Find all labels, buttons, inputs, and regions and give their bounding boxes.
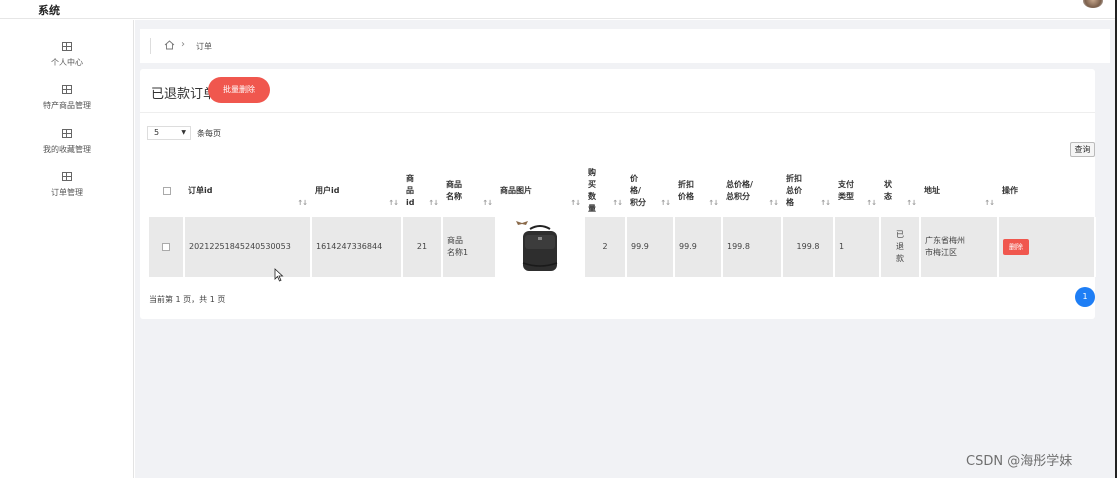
column-header-address[interactable]: 地址 ↑↓: [920, 165, 998, 217]
avatar[interactable]: [1083, 0, 1103, 8]
orders-table: 订单id ↑↓ 用户id ↑↓ 商 品 id ↑↓ 商品 名称 ↑↓ 商品图片 ↑↓ 购 …: [149, 165, 1096, 277]
column-header-product-image[interactable]: 商品图片 ↑↓: [496, 165, 584, 217]
pagination-info: 当前第 1 页，共 1 页: [149, 295, 226, 304]
sort-icon: ↑↓: [660, 199, 671, 207]
sort-icon: ↑↓: [297, 199, 308, 207]
page-number-button[interactable]: 1: [1075, 287, 1095, 307]
sidebar-item-label: 订单管理: [51, 188, 83, 197]
sort-icon: ↑↓: [570, 199, 581, 207]
column-header-price[interactable]: 价 格/ 积分 ↑↓: [626, 165, 674, 217]
page-size-value: 5: [154, 128, 160, 137]
column-header-pay-type[interactable]: 支付 类型 ↑↓: [834, 165, 880, 217]
top-bar: 系统: [0, 0, 1117, 19]
sort-icon: ↑↓: [612, 199, 623, 207]
cell-status: 已 退 款: [880, 217, 921, 277]
column-header-order-id[interactable]: 订单id ↑↓: [184, 165, 311, 217]
product-image[interactable]: [512, 219, 568, 275]
column-header-discount-total[interactable]: 折扣 总价 格 ↑↓: [782, 165, 834, 217]
sidebar-item-personal-center[interactable]: 个人中心: [0, 38, 134, 68]
table-row[interactable]: 20212251845240530053 1614247336844 21 商品…: [149, 217, 1096, 277]
sort-icon: ↑↓: [984, 199, 995, 207]
cell-pay-type: 1: [834, 217, 881, 277]
sort-icon: ↑↓: [866, 199, 877, 207]
sort-icon: ↑↓: [708, 199, 719, 207]
table-icon: [62, 42, 72, 51]
cell-product-image: [496, 217, 585, 277]
cell-address: 广东省梅州 市梅江区: [920, 217, 999, 277]
caret-down-icon: ▼: [181, 129, 186, 136]
sidebar-item-product-management[interactable]: 特产商品管理: [0, 81, 134, 111]
select-all-checkbox-cell: [149, 165, 184, 217]
cell-order-id: 20212251845240530053: [184, 217, 312, 277]
sidebar-item-order-management[interactable]: 订单管理: [0, 168, 134, 198]
mouse-cursor-icon: [274, 268, 284, 282]
query-button[interactable]: 查询: [1070, 142, 1095, 157]
cell-total-price: 199.8: [722, 217, 783, 277]
sort-icon: ↑↓: [820, 199, 831, 207]
sort-icon: ↑↓: [388, 199, 399, 207]
sidebar-item-favorites-management[interactable]: 我的收藏管理: [0, 125, 134, 155]
main-content: › 订单 已退款订单 批量删除 5 ▼ 条每页 查询 订单id ↑↓ 用户id …: [135, 20, 1115, 478]
batch-delete-button[interactable]: 批量删除: [208, 77, 270, 103]
sort-icon: ↑↓: [482, 199, 493, 207]
column-header-user-id[interactable]: 用户id ↑↓: [311, 165, 402, 217]
table-icon: [62, 129, 72, 138]
cell-actions: 删除: [998, 217, 1096, 277]
column-header-discount-price[interactable]: 折扣 价格 ↑↓: [674, 165, 722, 217]
delete-button[interactable]: 删除: [1003, 239, 1029, 255]
table-icon: [62, 85, 72, 94]
sidebar: 个人中心 特产商品管理 我的收藏管理 订单管理: [0, 20, 134, 478]
select-all-checkbox[interactable]: [162, 186, 171, 195]
cell-product-id: 21: [402, 217, 443, 277]
card-header: 已退款订单 批量删除: [140, 69, 1095, 113]
cell-quantity: 2: [584, 217, 627, 277]
column-header-product-id[interactable]: 商 品 id ↑↓: [402, 165, 442, 217]
watermark: CSDN @海彤学妹: [966, 454, 1073, 469]
table-icon: [62, 172, 72, 181]
column-header-total-price[interactable]: 总价格/ 总积分 ↑↓: [722, 165, 782, 217]
column-header-actions: 操作: [1002, 186, 1018, 195]
bag-image: [516, 221, 558, 271]
column-header-quantity[interactable]: 购 买 数 量 ↑↓: [584, 165, 626, 217]
cell-product-name: 商品 名称1: [442, 217, 497, 277]
row-checkbox[interactable]: [162, 242, 170, 251]
breadcrumb-current[interactable]: 订单: [196, 41, 212, 52]
sidebar-item-label: 我的收藏管理: [43, 145, 91, 154]
app-title: 系统: [38, 4, 60, 17]
sort-icon: ↑↓: [428, 199, 439, 207]
cell-user-id: 1614247336844: [311, 217, 403, 277]
sort-icon: ↑↓: [768, 199, 779, 207]
column-header-status[interactable]: 状 态 ↑↓: [880, 165, 920, 217]
sidebar-item-label: 个人中心: [51, 58, 83, 67]
table-header-row: 订单id ↑↓ 用户id ↑↓ 商 品 id ↑↓ 商品 名称 ↑↓ 商品图片 ↑↓ 购 …: [149, 165, 1095, 217]
page-size-select[interactable]: 5 ▼: [147, 126, 191, 140]
page-title: 已退款订单: [151, 87, 217, 102]
page-size-label: 条每页: [197, 129, 221, 138]
breadcrumb: › 订单: [140, 29, 1110, 63]
column-header-product-name[interactable]: 商品 名称 ↑↓: [442, 165, 496, 217]
cell-price: 99.9: [626, 217, 675, 277]
sort-icon: ↑↓: [906, 199, 917, 207]
home-icon[interactable]: [164, 40, 175, 50]
chevron-right-icon: ›: [181, 39, 185, 50]
cell-discount-price: 99.9: [674, 217, 723, 277]
sidebar-item-label: 特产商品管理: [43, 101, 91, 110]
cell-discount-total: 199.8: [782, 217, 835, 277]
